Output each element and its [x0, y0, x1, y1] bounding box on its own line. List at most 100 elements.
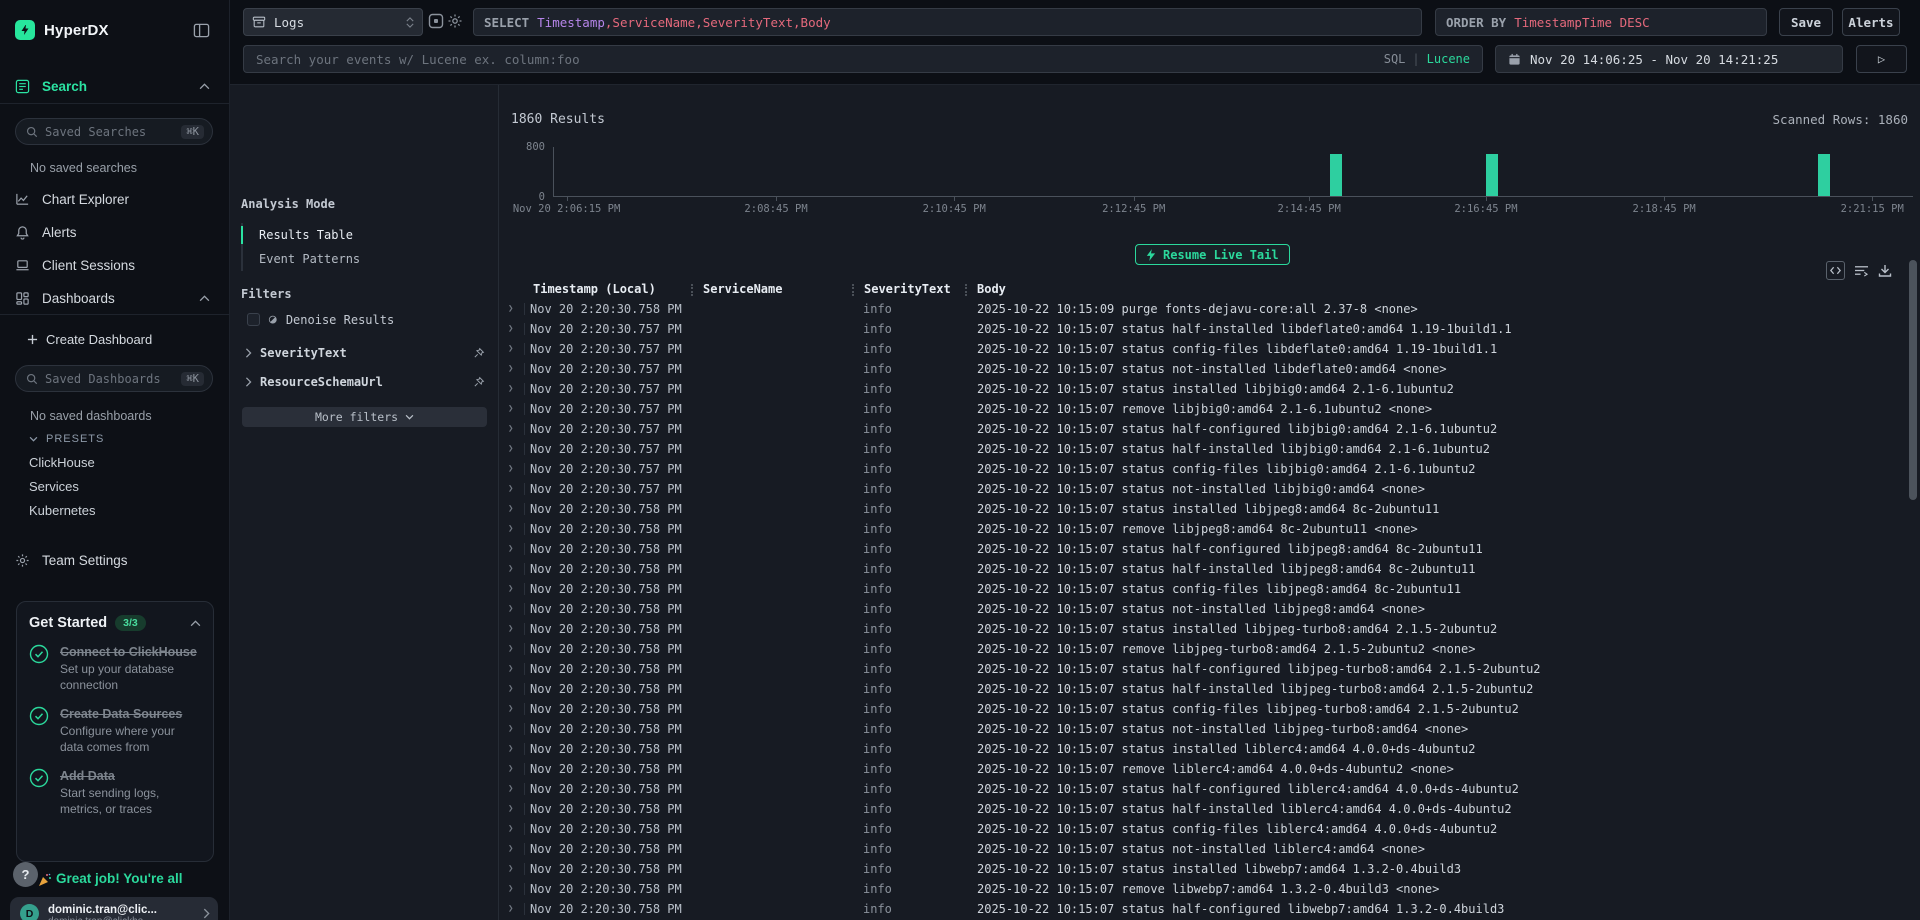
- mode-item-results-table[interactable]: Results Table: [243, 223, 360, 247]
- column-separator[interactable]: [965, 284, 967, 296]
- row-expand-chevron[interactable]: ❯: [508, 879, 513, 899]
- lucene-toggle[interactable]: Lucene: [1427, 52, 1470, 66]
- row-expand-chevron[interactable]: ❯: [508, 779, 513, 799]
- pin-icon[interactable]: [472, 347, 485, 360]
- select-query-input[interactable]: SELECT Timestamp,ServiceName,SeverityTex…: [473, 8, 1422, 36]
- denoise-checkbox[interactable]: [247, 313, 260, 326]
- chevron-up-icon[interactable]: [199, 295, 210, 302]
- create-dashboard-button[interactable]: Create Dashboard: [27, 332, 152, 347]
- row-expand-chevron[interactable]: ❯: [508, 699, 513, 719]
- column-header-timestamp[interactable]: Timestamp (Local): [533, 282, 656, 296]
- row-expand-chevron[interactable]: ❯: [508, 739, 513, 759]
- table-row[interactable]: ❯Nov 20 2:20:30.758 PMinfo2025-10-22 10:…: [499, 739, 1909, 759]
- resume-live-tail-button[interactable]: Resume Live Tail: [1135, 244, 1290, 265]
- table-row[interactable]: ❯Nov 20 2:20:30.758 PMinfo2025-10-22 10:…: [499, 699, 1909, 719]
- event-search-bar[interactable]: SQL | Lucene: [243, 45, 1483, 73]
- table-row[interactable]: ❯Nov 20 2:20:30.758 PMinfo2025-10-22 10:…: [499, 559, 1909, 579]
- alerts-button[interactable]: Alerts: [1842, 8, 1900, 36]
- row-expand-chevron[interactable]: ❯: [508, 859, 513, 879]
- row-expand-chevron[interactable]: ❯: [508, 619, 513, 639]
- table-row[interactable]: ❯Nov 20 2:20:30.758 PMinfo2025-10-22 10:…: [499, 499, 1909, 519]
- histogram-bar[interactable]: [1818, 154, 1830, 196]
- table-row[interactable]: ❯Nov 20 2:20:30.758 PMinfo2025-10-22 10:…: [499, 759, 1909, 779]
- table-row[interactable]: ❯Nov 20 2:20:30.757 PMinfo2025-10-22 10:…: [499, 459, 1909, 479]
- sidebar-item-chart-explorer[interactable]: Chart Explorer: [15, 192, 129, 207]
- view-source-button[interactable]: [1826, 261, 1845, 280]
- column-separator[interactable]: [691, 284, 693, 296]
- table-row[interactable]: ❯Nov 20 2:20:30.758 PMinfo2025-10-22 10:…: [499, 539, 1909, 559]
- table-row[interactable]: ❯Nov 20 2:20:30.758 PMinfo2025-10-22 10:…: [499, 639, 1909, 659]
- chevron-up-icon[interactable]: [199, 83, 210, 90]
- saved-searches-input[interactable]: Saved Searches ⌘K: [15, 118, 213, 145]
- user-menu[interactable]: D dominic.tran@clic... dominic.tran@clic…: [10, 897, 218, 920]
- download-button[interactable]: [1878, 264, 1892, 278]
- chevron-up-icon[interactable]: [190, 620, 201, 627]
- order-by-input[interactable]: ORDER BY TimestampTime DESC: [1435, 8, 1767, 36]
- histogram-bar[interactable]: [1486, 154, 1498, 196]
- table-row[interactable]: ❯Nov 20 2:20:30.758 PMinfo2025-10-22 10:…: [499, 799, 1909, 819]
- row-expand-chevron[interactable]: ❯: [508, 759, 513, 779]
- table-row[interactable]: ❯Nov 20 2:20:30.758 PMinfo2025-10-22 10:…: [499, 879, 1909, 899]
- source-selector[interactable]: Logs: [243, 8, 423, 36]
- sql-toggle[interactable]: SQL: [1384, 52, 1406, 66]
- table-row[interactable]: ❯Nov 20 2:20:30.758 PMinfo2025-10-22 10:…: [499, 779, 1909, 799]
- wrap-lines-button[interactable]: [1854, 264, 1869, 277]
- sidebar-item-client-sessions[interactable]: Client Sessions: [15, 258, 135, 273]
- run-query-button[interactable]: ▷: [1856, 45, 1907, 73]
- histogram-bar[interactable]: [1330, 154, 1342, 196]
- get-started-item[interactable]: Add DataStart sending logs, metrics, or …: [29, 768, 201, 817]
- row-expand-chevron[interactable]: ❯: [508, 339, 513, 359]
- filter-group-resourceschemaurl[interactable]: ResourceSchemaUrl: [245, 375, 485, 389]
- column-separator[interactable]: [852, 284, 854, 296]
- presets-toggle[interactable]: PRESETS: [29, 433, 104, 445]
- column-header-body[interactable]: Body: [977, 282, 1006, 296]
- table-row[interactable]: ❯Nov 20 2:20:30.758 PMinfo2025-10-22 10:…: [499, 899, 1909, 919]
- denoise-results-toggle[interactable]: ◑ Denoise Results: [247, 312, 394, 327]
- table-row[interactable]: ❯Nov 20 2:20:30.758 PMinfo2025-10-22 10:…: [499, 599, 1909, 619]
- row-expand-chevron[interactable]: ❯: [508, 639, 513, 659]
- sidebar-item-team-settings[interactable]: Team Settings: [15, 553, 128, 568]
- row-expand-chevron[interactable]: ❯: [508, 579, 513, 599]
- row-expand-chevron[interactable]: ❯: [508, 299, 513, 319]
- row-expand-chevron[interactable]: ❯: [508, 679, 513, 699]
- row-expand-chevron[interactable]: ❯: [508, 799, 513, 819]
- row-expand-chevron[interactable]: ❯: [508, 359, 513, 379]
- more-filters-button[interactable]: More filters: [242, 407, 487, 427]
- column-header-servicename[interactable]: ServiceName: [703, 282, 782, 296]
- row-expand-chevron[interactable]: ❯: [508, 559, 513, 579]
- source-settings-button[interactable]: [447, 13, 464, 30]
- preset-item-kubernetes[interactable]: Kubernetes: [29, 503, 96, 518]
- get-started-item[interactable]: Connect to ClickHouseSet up your databas…: [29, 644, 201, 693]
- table-row[interactable]: ❯Nov 20 2:20:30.757 PMinfo2025-10-22 10:…: [499, 439, 1909, 459]
- table-row[interactable]: ❯Nov 20 2:20:30.758 PMinfo2025-10-22 10:…: [499, 819, 1909, 839]
- sidebar-collapse-icon[interactable]: [193, 22, 210, 39]
- date-range-picker[interactable]: Nov 20 14:06:25 - Nov 20 14:21:25: [1495, 45, 1843, 73]
- table-row[interactable]: ❯Nov 20 2:20:30.758 PMinfo2025-10-22 10:…: [499, 619, 1909, 639]
- pin-icon[interactable]: [472, 376, 485, 389]
- filter-group-severitytext[interactable]: SeverityText: [245, 346, 485, 360]
- row-expand-chevron[interactable]: ❯: [508, 519, 513, 539]
- table-row[interactable]: ❯Nov 20 2:20:30.758 PMinfo2025-10-22 10:…: [499, 839, 1909, 859]
- table-row[interactable]: ❯Nov 20 2:20:30.758 PMinfo2025-10-22 10:…: [499, 519, 1909, 539]
- row-expand-chevron[interactable]: ❯: [508, 599, 513, 619]
- save-button[interactable]: Save: [1779, 8, 1833, 36]
- column-header-severitytext[interactable]: SeverityText: [864, 282, 951, 296]
- scrollbar[interactable]: [1909, 260, 1917, 500]
- row-expand-chevron[interactable]: ❯: [508, 479, 513, 499]
- row-expand-chevron[interactable]: ❯: [508, 719, 513, 739]
- mode-item-event-patterns[interactable]: Event Patterns: [243, 247, 360, 271]
- help-button[interactable]: ?: [13, 862, 38, 887]
- row-expand-chevron[interactable]: ❯: [508, 839, 513, 859]
- row-expand-chevron[interactable]: ❯: [508, 319, 513, 339]
- table-row[interactable]: ❯Nov 20 2:20:30.758 PMinfo2025-10-22 10:…: [499, 299, 1909, 319]
- table-row[interactable]: ❯Nov 20 2:20:30.757 PMinfo2025-10-22 10:…: [499, 339, 1909, 359]
- app-logo[interactable]: HyperDX: [15, 20, 109, 40]
- table-row[interactable]: ❯Nov 20 2:20:30.757 PMinfo2025-10-22 10:…: [499, 399, 1909, 419]
- row-expand-chevron[interactable]: ❯: [508, 419, 513, 439]
- sidebar-item-alerts[interactable]: Alerts: [15, 225, 77, 240]
- preset-item-clickhouse[interactable]: ClickHouse: [29, 455, 95, 470]
- saved-dashboards-input[interactable]: Saved Dashboards ⌘K: [15, 365, 213, 392]
- table-row[interactable]: ❯Nov 20 2:20:30.757 PMinfo2025-10-22 10:…: [499, 419, 1909, 439]
- table-row[interactable]: ❯Nov 20 2:20:30.757 PMinfo2025-10-22 10:…: [499, 359, 1909, 379]
- query-language-toggle[interactable]: SQL | Lucene: [1384, 52, 1470, 66]
